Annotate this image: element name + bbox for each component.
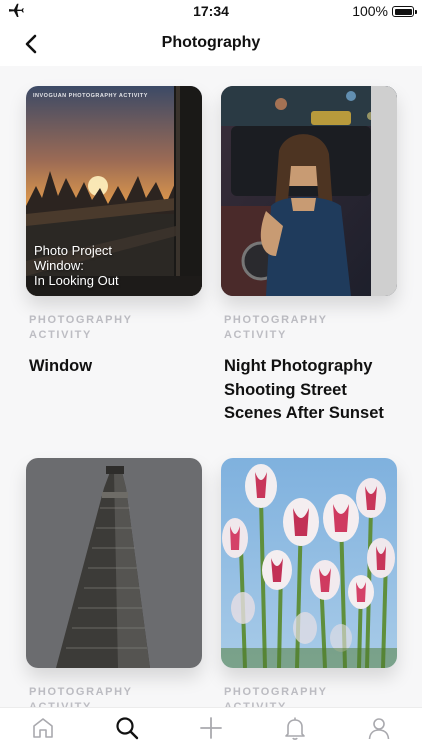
card-image-night-photography: [221, 86, 397, 296]
card-category: PHOTOGRAPHY ACTIVITY: [29, 686, 133, 707]
home-icon: [33, 718, 53, 738]
profile-icon: [368, 718, 390, 740]
card-image-tulips: [221, 458, 397, 668]
tulips-image: [221, 458, 397, 668]
activity-grid: INVOGUAN PHOTOGRAPHY ACTIVITY Photo Proj…: [0, 66, 422, 707]
status-bar: 17:34 100%: [0, 0, 422, 22]
battery-icon: [392, 6, 417, 17]
activity-card-window[interactable]: INVOGUAN PHOTOGRAPHY ACTIVITY Photo Proj…: [26, 86, 202, 379]
activity-card-night-photography[interactable]: PHOTOGRAPHY ACTIVITY Night Photography S…: [221, 86, 397, 426]
tab-search[interactable]: [114, 715, 140, 741]
battery-percentage: 100%: [352, 3, 388, 19]
card-title: Night Photography Shooting Street Scenes…: [224, 357, 384, 422]
plus-icon: [200, 717, 222, 739]
tab-profile[interactable]: [366, 715, 392, 741]
tab-create[interactable]: [198, 715, 224, 741]
bell-icon: [285, 717, 305, 740]
image-brand-text: INVOGUAN PHOTOGRAPHY ACTIVITY: [33, 93, 148, 99]
nav-header: Photography: [0, 22, 422, 66]
night-street-image: [221, 86, 397, 296]
search-icon: [116, 717, 139, 740]
activity-card-flowers[interactable]: PHOTOGRAPHY ACTIVITY: [221, 458, 397, 707]
activity-card-architecture[interactable]: PHOTOGRAPHY ACTIVITY: [26, 458, 202, 707]
card-category: PHOTOGRAPHY ACTIVITY: [224, 686, 328, 707]
card-category: PHOTOGRAPHY ACTIVITY: [29, 314, 133, 341]
tab-home[interactable]: [30, 715, 56, 741]
flatiron-building-image: [26, 458, 202, 668]
card-title: Window: [29, 357, 93, 375]
tab-notifications[interactable]: [282, 715, 308, 741]
card-category: PHOTOGRAPHY ACTIVITY: [224, 314, 328, 341]
page-title: Photography: [161, 34, 261, 51]
card-image-building: [26, 458, 202, 668]
card-image-window: INVOGUAN PHOTOGRAPHY ACTIVITY Photo Proj…: [26, 86, 202, 296]
bottom-tab-bar: [0, 707, 422, 750]
image-caption: Photo Project Window: In Looking Out: [34, 243, 119, 288]
